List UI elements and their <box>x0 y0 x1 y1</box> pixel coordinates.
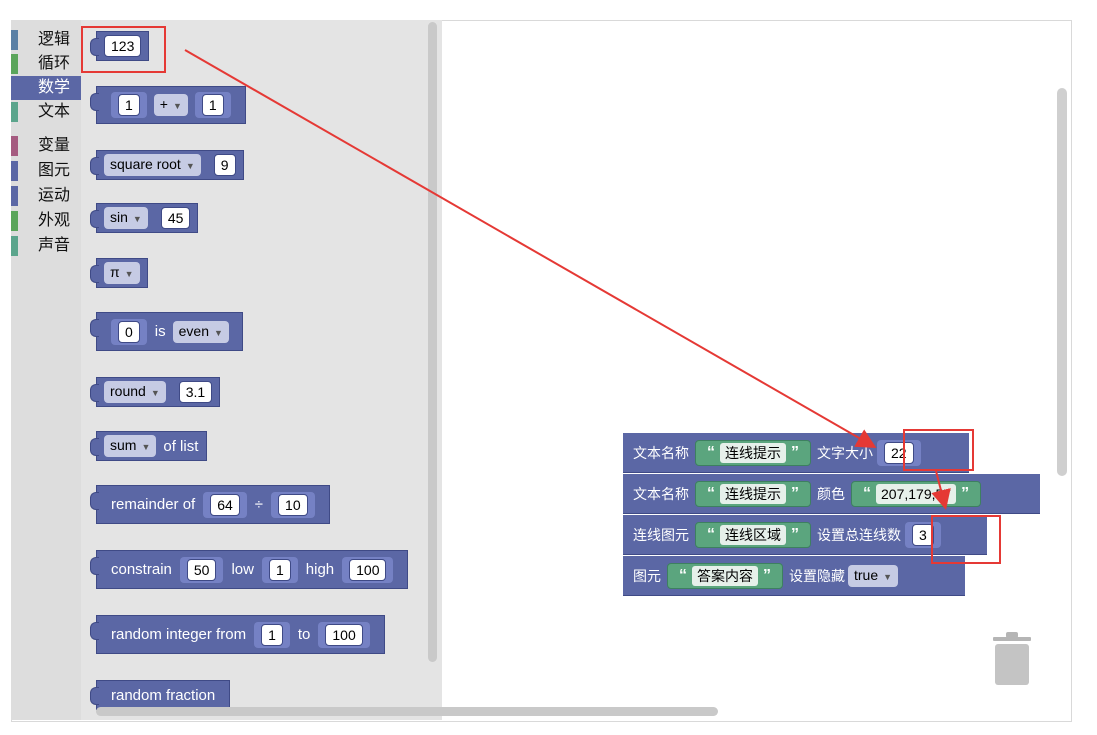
annotation-arrows <box>184 49 951 510</box>
annotation-arrow-main <box>184 49 877 448</box>
annotation-arrow-secondary <box>931 470 951 510</box>
